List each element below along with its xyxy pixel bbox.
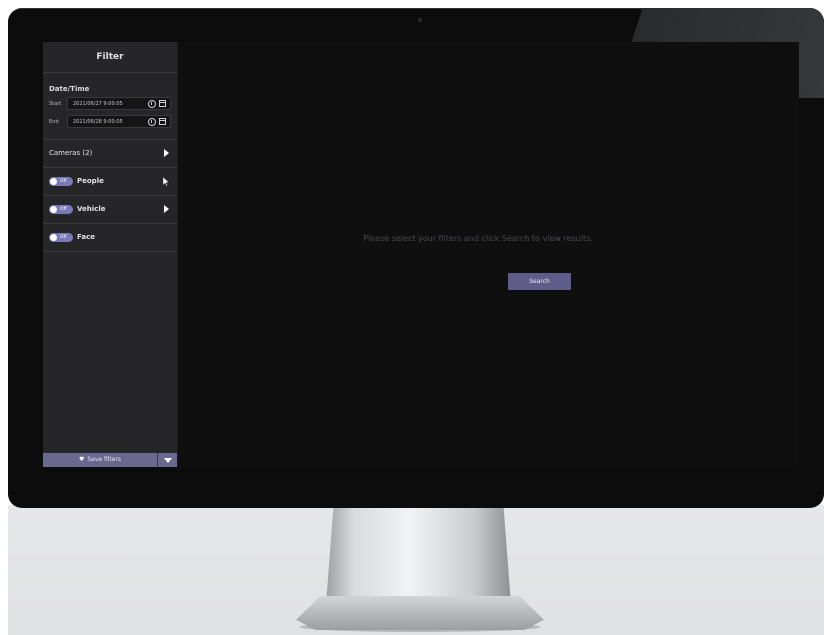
toggle-state: Off	[60, 179, 67, 184]
clock-icon[interactable]	[148, 100, 156, 108]
save-filters-label: Save filters	[87, 456, 122, 463]
toggle-knob	[50, 234, 57, 241]
filter-title: Filter	[43, 42, 177, 73]
toggle-knob	[50, 178, 57, 185]
chevron-right-icon[interactable]	[164, 149, 169, 157]
chevron-down-icon	[164, 458, 172, 463]
people-label: People	[77, 177, 104, 185]
monitor-stand-neck	[326, 507, 511, 605]
end-datetime-value: 2021/06/28 9:00:05	[73, 119, 123, 125]
heart-icon: ♥	[78, 456, 85, 463]
empty-state-message: Please select your filters and click Sea…	[363, 234, 593, 243]
start-date-row: Start 2021/06/27 9:00:05	[43, 97, 177, 111]
monitor-stand-foot	[296, 596, 544, 630]
people-row[interactable]: Off People	[43, 168, 177, 196]
search-button[interactable]: Search	[508, 273, 571, 290]
monitor-screen: Filter Date/Time Start 2021/06/27 9:00:0…	[43, 42, 799, 467]
end-label: End	[49, 119, 59, 125]
vehicle-row[interactable]: Off Vehicle	[43, 196, 177, 224]
calendar-icon[interactable]	[159, 118, 166, 125]
save-filters-bar: ♥ Save filters	[43, 453, 177, 467]
face-row[interactable]: Off Face	[43, 224, 177, 252]
chevron-right-icon[interactable]	[164, 205, 169, 213]
filter-sidebar: Filter Date/Time Start 2021/06/27 9:00:0…	[43, 42, 178, 467]
start-datetime-input[interactable]: 2021/06/27 9:00:05	[67, 97, 171, 110]
date-time-label: Date/Time	[49, 85, 90, 93]
save-filters-dropdown[interactable]	[158, 453, 177, 467]
start-datetime-value: 2021/06/27 9:00:05	[73, 101, 123, 107]
vehicle-label: Vehicle	[77, 205, 106, 213]
toggle-state: Off	[60, 235, 67, 240]
face-toggle[interactable]: Off	[49, 233, 73, 242]
end-date-row: End 2021/06/28 9:00:05	[43, 115, 177, 129]
clock-icon[interactable]	[148, 118, 156, 126]
webcam-dot	[418, 18, 422, 22]
vehicle-toggle[interactable]: Off	[49, 205, 73, 214]
people-toggle[interactable]: Off	[49, 177, 73, 186]
save-filters-button[interactable]: ♥ Save filters	[43, 453, 157, 467]
start-label: Start	[49, 101, 62, 107]
mouse-cursor-icon	[163, 177, 169, 186]
end-datetime-input[interactable]: 2021/06/28 9:00:05	[67, 115, 171, 128]
toggle-state: Off	[60, 207, 67, 212]
results-area: Please select your filters and click Sea…	[178, 42, 799, 467]
face-label: Face	[77, 233, 95, 241]
calendar-icon[interactable]	[159, 100, 166, 107]
cameras-label: Cameras (2)	[49, 149, 93, 157]
cameras-row[interactable]: Cameras (2)	[43, 140, 177, 168]
toggle-knob	[50, 206, 57, 213]
